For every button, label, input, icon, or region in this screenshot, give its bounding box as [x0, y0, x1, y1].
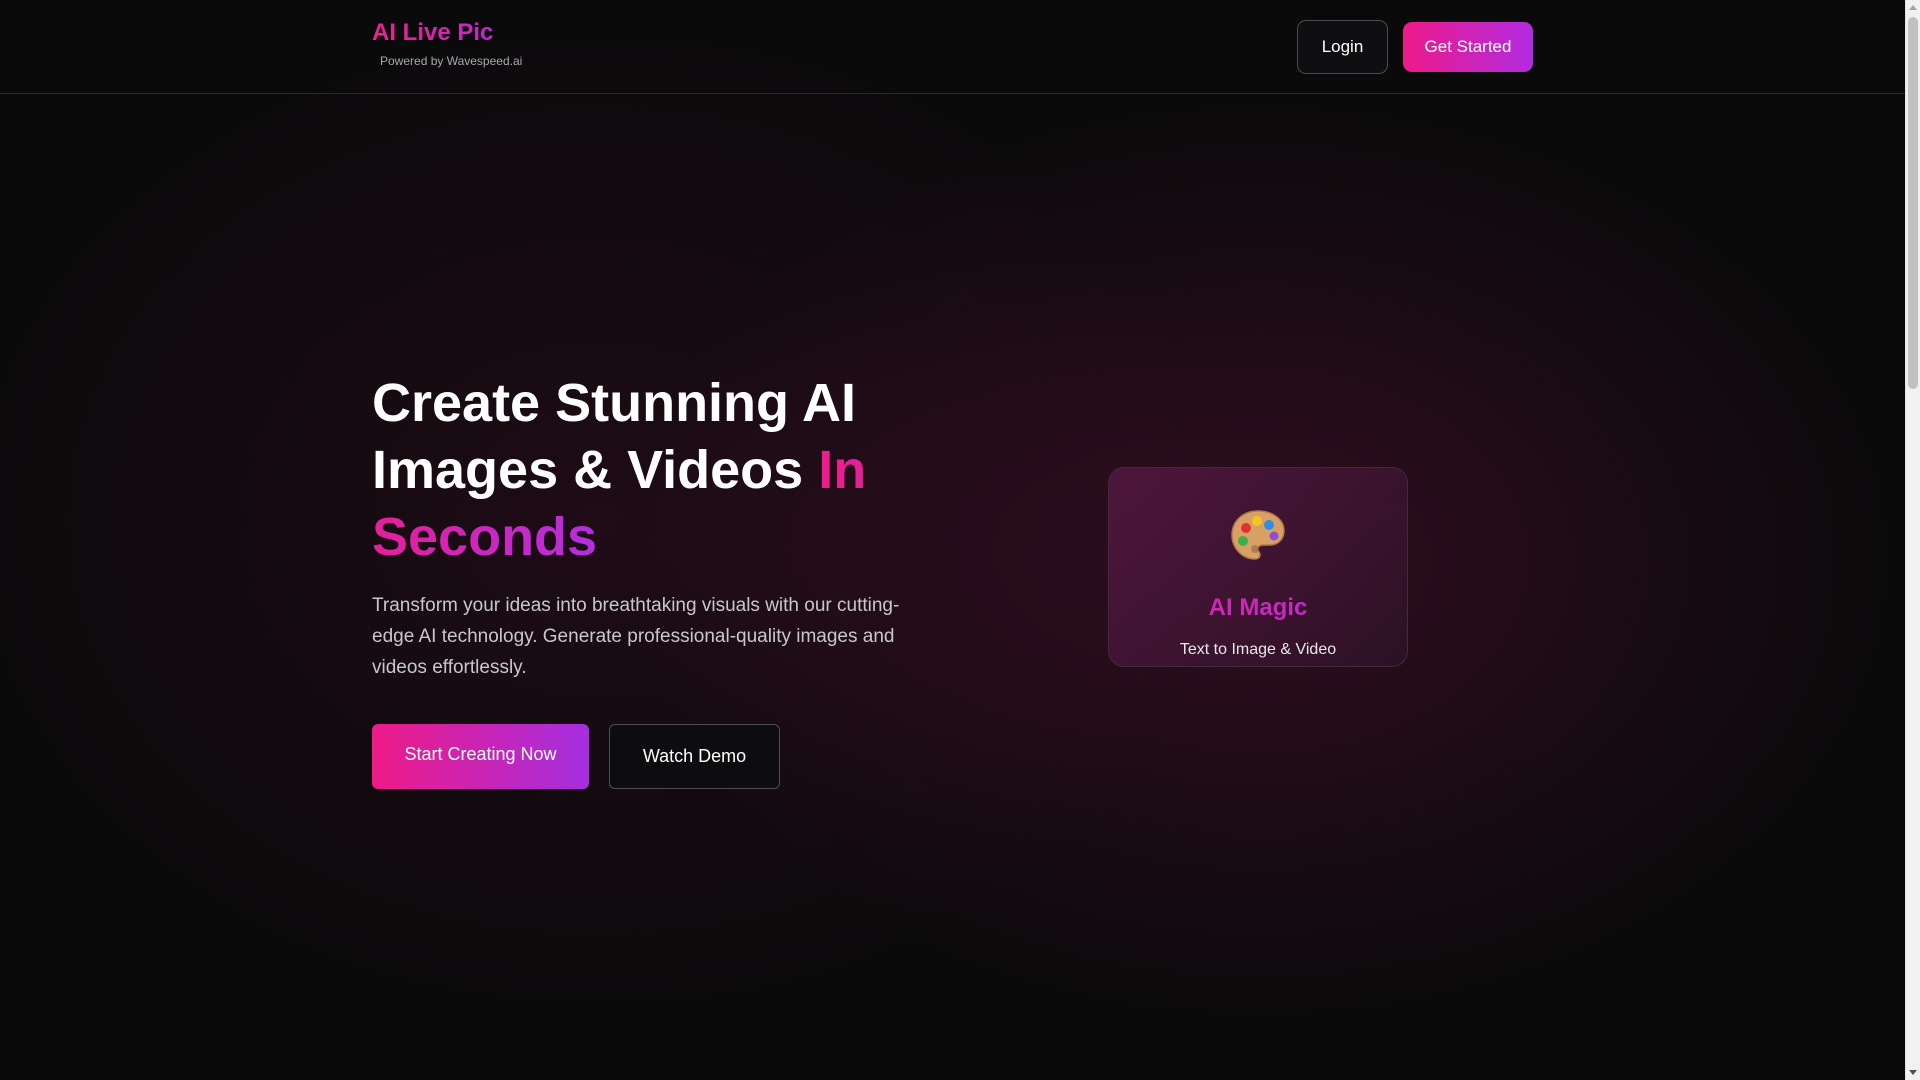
login-button[interactable]: Login — [1297, 20, 1388, 74]
card-title: AI Magic — [1109, 594, 1407, 622]
card-subtitle: Text to Image & Video — [1179, 641, 1337, 658]
vertical-scrollbar[interactable] — [1905, 0, 1920, 1080]
start-creating-button[interactable]: Start Creating Now — [372, 724, 589, 789]
watch-demo-button[interactable]: Watch Demo — [609, 724, 780, 789]
scroll-up-arrow-icon[interactable] — [1909, 5, 1917, 10]
scroll-down-arrow-icon[interactable] — [1909, 1070, 1917, 1075]
hero-title: Create Stunning AI Images & Videos In Se… — [372, 370, 972, 571]
ai-magic-card: AI Magic Text to Image & Video — [1108, 467, 1408, 667]
hero-description: Transform your ideas into breathtaking v… — [372, 595, 900, 678]
brand[interactable]: AI Live Pic Powered by Wavespeed.ai — [372, 18, 522, 68]
scrollbar-thumb[interactable] — [1908, 17, 1918, 389]
hero-title-main: Create Stunning AI Images & Videos — [372, 373, 857, 500]
brand-subtitle: Powered by Wavespeed.ai — [380, 54, 523, 68]
get-started-button[interactable]: Get Started — [1403, 22, 1533, 72]
artist-palette-icon — [1109, 506, 1407, 566]
top-nav: AI Live Pic Powered by Wavespeed.ai Logi… — [0, 0, 1905, 94]
brand-title[interactable]: AI Live Pic — [372, 18, 522, 48]
landing-page: AI Live Pic Powered by Wavespeed.ai Logi… — [0, 0, 1905, 1080]
